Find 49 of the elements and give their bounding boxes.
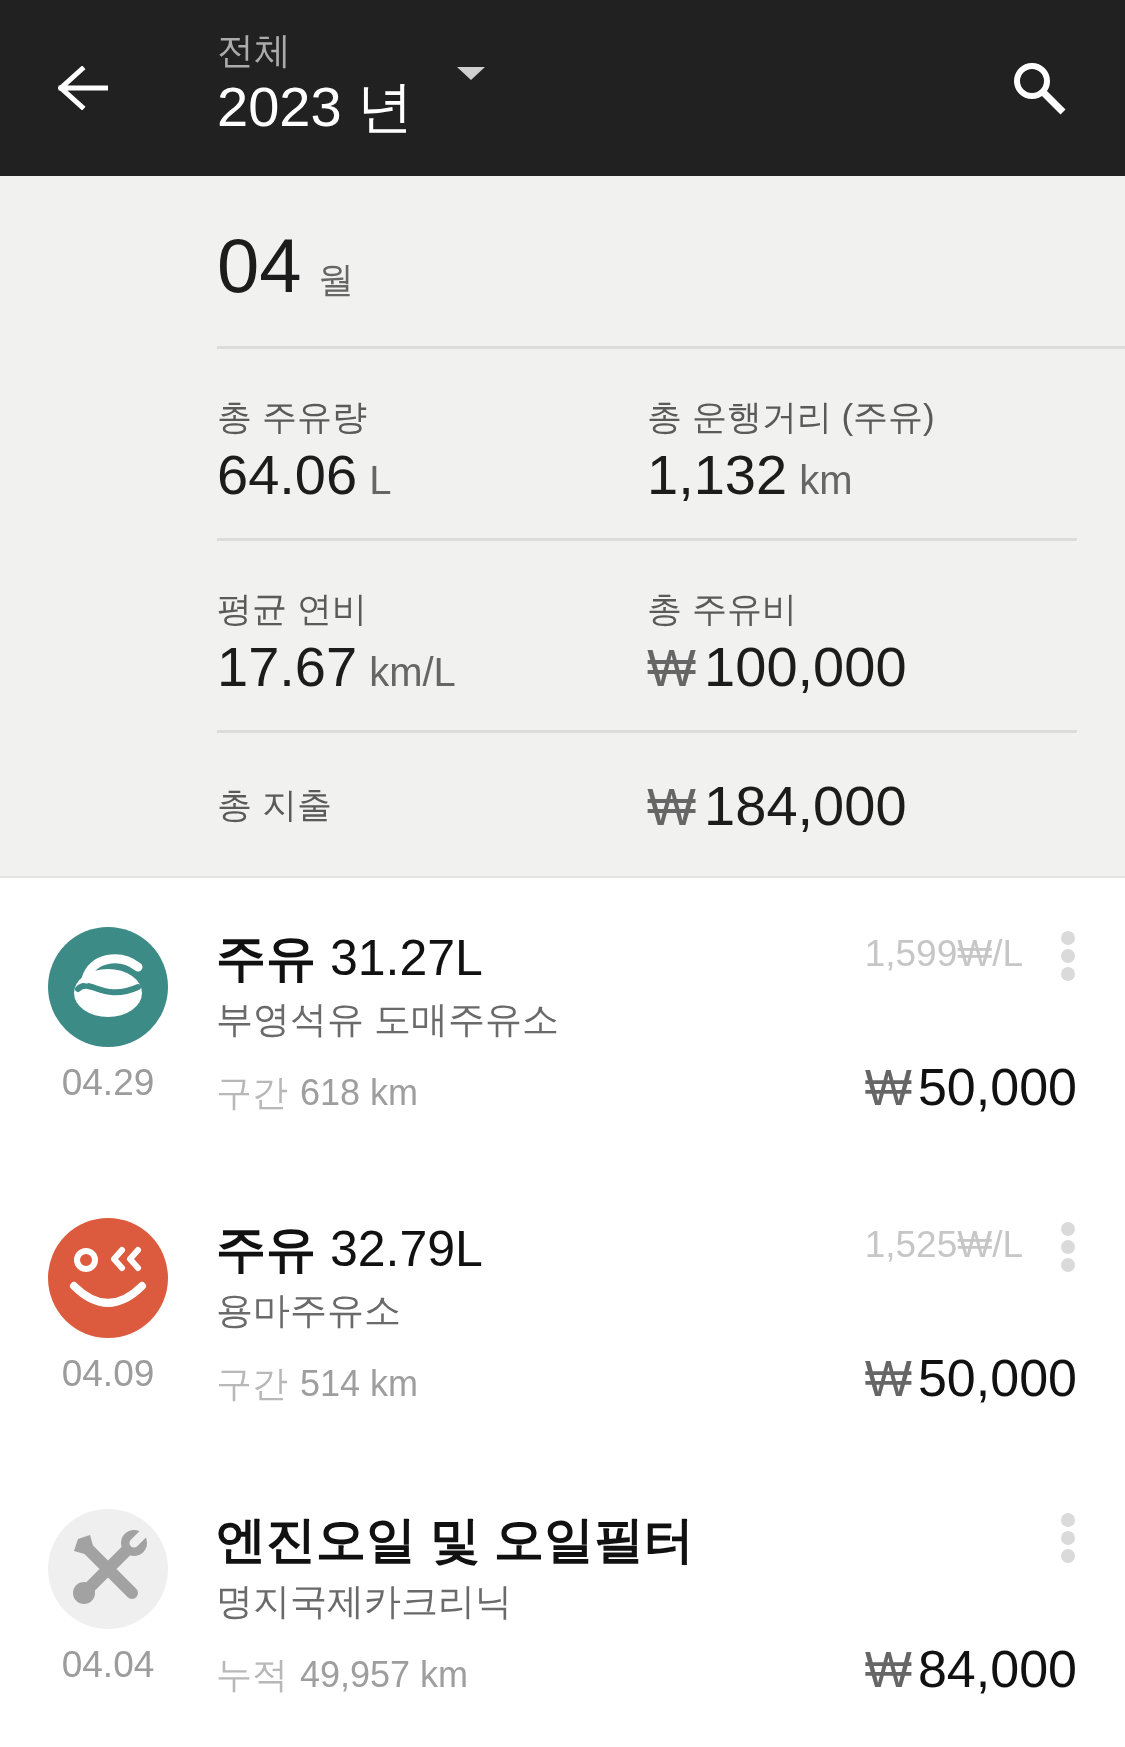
total-label: 총 지출 — [217, 783, 333, 826]
distance-value: 618 km — [300, 1072, 419, 1114]
place-name: 명지국제카크리닉 — [216, 1580, 513, 1624]
currency-sign: ₩ — [647, 776, 697, 837]
unit-price: 1,599₩/L — [864, 932, 1023, 976]
stat-label: 총 주유량 — [217, 396, 368, 438]
distance-value: 49,957 km — [300, 1654, 469, 1696]
stat-value: 17.67 — [217, 635, 358, 699]
amount: 50,000 — [917, 1057, 1077, 1117]
unit-price: 1,525₩/L — [864, 1223, 1023, 1267]
year-dropdown[interactable]: 전체 2023 년 — [217, 29, 524, 139]
record-title: 엔진오일 및 오일필터 — [216, 1511, 694, 1570]
record-date: 04.09 — [61, 1352, 155, 1396]
currency-sign: ₩ — [864, 1059, 912, 1117]
stat-unit: km — [799, 458, 853, 503]
distance-label: 누적 — [216, 1653, 288, 1697]
more-icon[interactable] — [1061, 931, 1075, 981]
stat-unit: L — [369, 458, 392, 503]
total-value: 184,000 — [704, 773, 907, 838]
stat-value: 100,000 — [704, 635, 907, 699]
amount: 50,000 — [917, 1348, 1077, 1408]
fuel-volume: 31.27L — [330, 929, 483, 988]
amount: 84,000 — [917, 1639, 1077, 1699]
more-icon[interactable] — [1061, 1222, 1075, 1272]
caret-icon — [457, 67, 486, 80]
more-icon[interactable] — [1061, 1513, 1075, 1563]
search-icon[interactable] — [1011, 60, 1067, 116]
record-title: 주유 — [216, 929, 316, 988]
distance-label: 구간 — [216, 1362, 288, 1406]
record-date: 04.04 — [61, 1643, 155, 1687]
record-title: 주유 — [216, 1220, 316, 1279]
back-arrow-icon[interactable] — [58, 66, 108, 110]
currency-sign: ₩ — [647, 638, 697, 698]
stat-unit: km/L — [369, 650, 456, 695]
month-number: 04 — [217, 228, 302, 304]
place-name: 용마주유소 — [216, 1289, 402, 1333]
stat-value: 64.06 — [217, 443, 358, 507]
distance-label: 구간 — [216, 1071, 288, 1115]
currency-sign: ₩ — [864, 1641, 912, 1699]
fuel-volume: 32.79L — [330, 1220, 483, 1279]
month-unit: 월 — [317, 258, 354, 302]
record-date: 04.29 — [61, 1061, 155, 1105]
place-name: 부영석유 도매주유소 — [216, 998, 561, 1042]
stat-label: 총 운행거리 (주유) — [647, 396, 936, 438]
stat-label: 평균 연비 — [217, 588, 368, 630]
stat-value: 1,132 — [647, 443, 788, 507]
distance-value: 514 km — [300, 1363, 419, 1405]
currency-sign: ₩ — [864, 1350, 912, 1408]
stat-label: 총 주유비 — [647, 588, 798, 630]
